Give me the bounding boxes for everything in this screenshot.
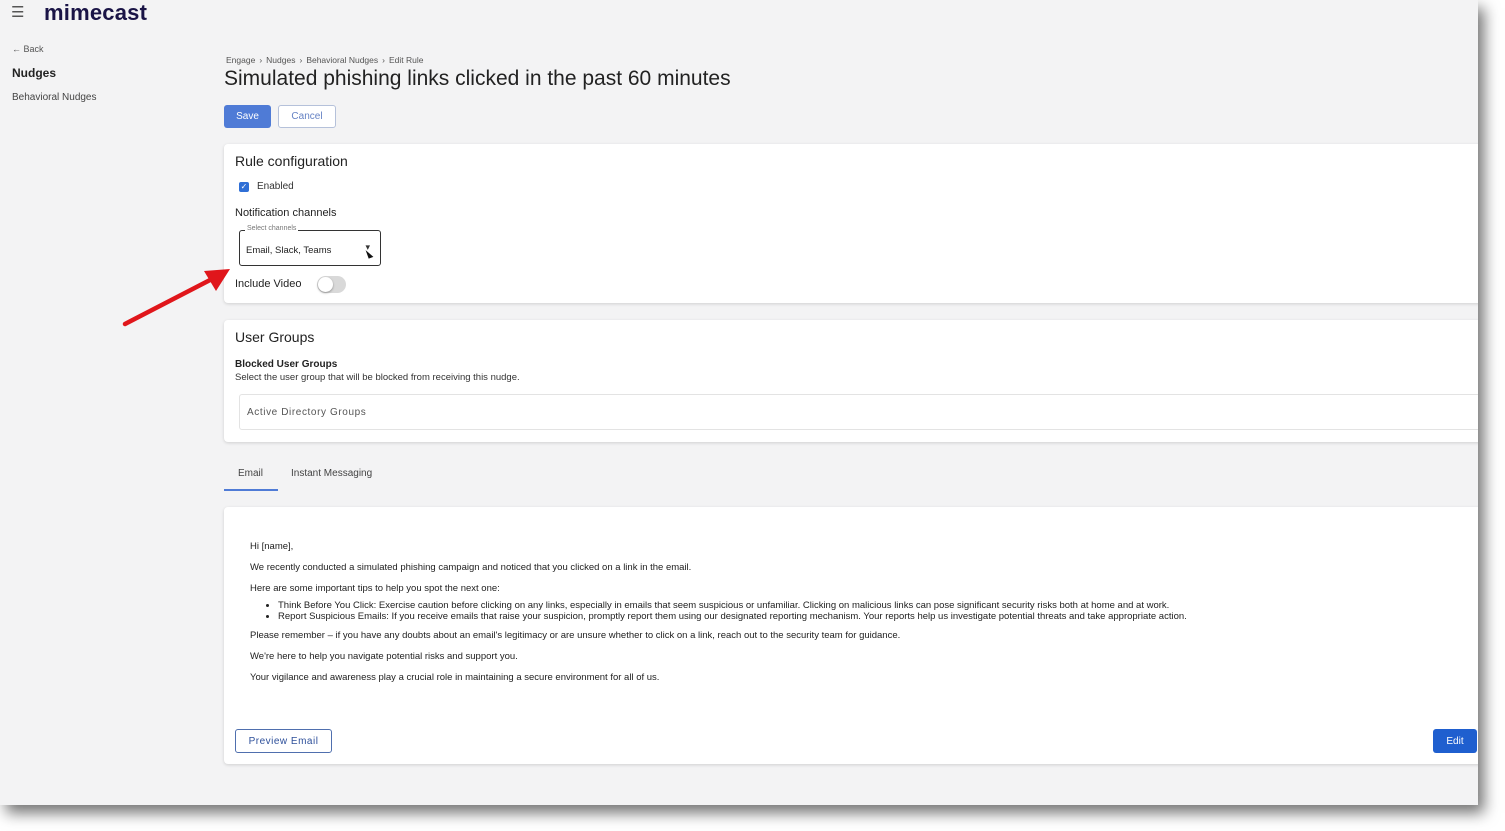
enabled-checkbox[interactable]: ✓ [239,182,249,192]
select-value: Email, Slack, Teams [246,245,332,256]
rule-configuration-card: Rule configuration ✓ Enabled Notificatio… [224,144,1478,303]
edit-button[interactable]: Edit [1433,729,1477,753]
email-paragraph: Here are some important tips to help you… [250,583,500,594]
breadcrumb-behavioral-nudges[interactable]: Behavioral Nudges [306,55,378,65]
app-window: ☰ mimecast ← Back Nudges Behavioral Nudg… [0,0,1478,805]
breadcrumb-edit-rule: Edit Rule [388,55,424,65]
page-title: Simulated phishing links clicked in the … [224,67,731,90]
chevron-right-icon: › [299,55,303,65]
breadcrumb: Engage › Nudges › Behavioral Nudges › Edit Rul… [226,55,423,65]
save-button[interactable]: Save [224,105,271,128]
channels-select[interactable]: Select channels Email, Slack, Teams ▾ [239,225,381,266]
annotation-arrow-icon [122,269,230,327]
toggle-knob [318,277,333,292]
email-template-card: Hi [name], We recently conducted a simul… [224,507,1478,764]
email-paragraph: We recently conducted a simulated phishi… [250,562,692,573]
tips-list: Think Before You Click: Exercise caution… [250,600,1187,622]
mimecast-logo: mimecast [44,0,148,25]
ad-groups-placeholder: Active Directory Groups [247,407,367,418]
sidebar-item-behavioral-nudges[interactable]: Behavioral Nudges [12,92,97,103]
tab-instant-messaging[interactable]: Instant Messaging [291,468,372,479]
tip-item: Report Suspicious Emails: If you receive… [278,611,1187,622]
chevron-right-icon: › [259,55,263,65]
preview-email-button[interactable]: Preview Email [235,729,332,753]
cancel-button[interactable]: Cancel [278,105,336,128]
active-directory-groups-field[interactable]: Active Directory Groups [239,394,1478,430]
email-paragraph: We're here to help you navigate potentia… [250,651,518,662]
include-video-label: Include Video [235,278,302,290]
hamburger-menu-icon[interactable]: ☰ [11,5,24,20]
top-bar: ☰ mimecast [0,0,1478,26]
active-tab-indicator [224,489,278,491]
breadcrumb-engage[interactable]: Engage [226,55,255,65]
rule-configuration-heading: Rule configuration [235,153,348,169]
back-link[interactable]: ← Back [12,44,44,54]
tab-email[interactable]: Email [238,468,263,479]
blocked-user-groups-description: Select the user group that will be block… [235,372,520,383]
mouse-cursor-icon [365,248,374,259]
email-greeting: Hi [name], [250,541,294,552]
email-paragraph: Your vigilance and awareness play a cruc… [250,672,660,683]
sidebar: ← Back Nudges Behavioral Nudges [0,26,215,805]
user-groups-card: User Groups Blocked User Groups Select t… [224,320,1478,442]
notification-channels-label: Notification channels [235,207,337,219]
email-body: Hi [name], We recently conducted a simul… [250,541,1187,693]
breadcrumb-nudges[interactable]: Nudges [266,55,295,65]
sidebar-title: Nudges [12,66,57,80]
tip-item: Think Before You Click: Exercise caution… [278,600,1187,611]
blocked-user-groups-title: Blocked User Groups [235,359,338,370]
user-groups-heading: User Groups [235,329,315,345]
enabled-label: Enabled [257,181,294,192]
chevron-right-icon: › [382,55,385,65]
include-video-toggle[interactable] [317,276,346,293]
email-paragraph: Please remember – if you have any doubts… [250,630,901,641]
select-legend: Select channels [245,225,299,232]
